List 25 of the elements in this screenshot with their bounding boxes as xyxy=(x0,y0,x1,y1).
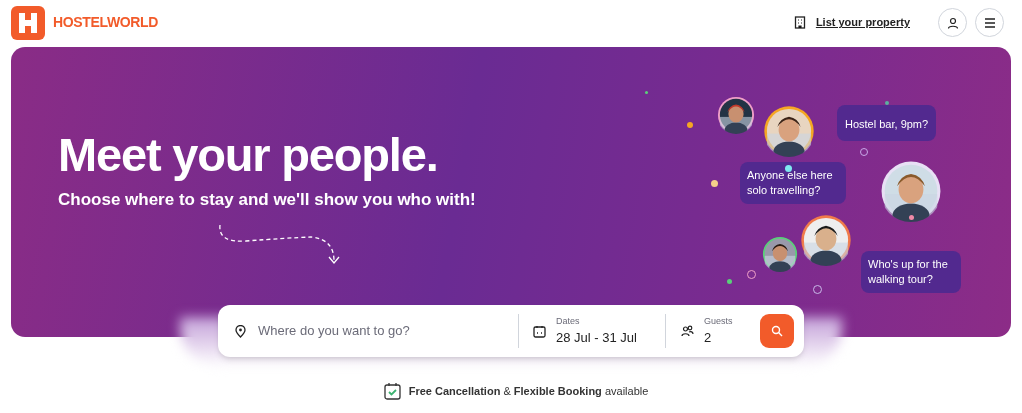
search-button[interactable] xyxy=(760,314,794,348)
hero-subtitle: Choose where to stay and we'll show you who with! xyxy=(58,189,476,211)
calendar-check-icon xyxy=(383,382,401,400)
cancellation-notice: Free Cancellation & Flexible Booking available xyxy=(408,383,649,399)
guests-value: 2 xyxy=(704,329,713,347)
building-icon xyxy=(793,16,806,29)
guests-field[interactable]: Guests 2 xyxy=(666,314,760,348)
people-icon xyxy=(681,325,694,337)
location-pin-icon xyxy=(235,324,246,338)
menu-icon xyxy=(983,17,996,28)
chat-message: Anyone else here solo travelling? xyxy=(747,168,834,198)
guests-label: Guests xyxy=(704,314,733,328)
list-property-link[interactable]: List your property xyxy=(815,14,910,31)
destination-field[interactable]: Where do you want to go? xyxy=(258,321,508,341)
user-icon xyxy=(946,16,959,29)
search-icon xyxy=(771,325,783,337)
dates-field[interactable]: Dates 28 Jul - 31 Jul xyxy=(519,314,665,348)
logo-icon xyxy=(11,5,45,40)
dates-label: Dates xyxy=(556,314,581,328)
logo-text: HOSTELWORLD xyxy=(53,13,159,32)
chat-message: Hostel bar, 9pm? xyxy=(845,118,929,130)
calendar-icon xyxy=(533,324,546,338)
dates-value: 28 Jul - 31 Jul xyxy=(556,329,637,347)
chat-message: Who's up for the walking tour? xyxy=(868,257,949,287)
hero-title: Meet your people. xyxy=(58,127,438,183)
